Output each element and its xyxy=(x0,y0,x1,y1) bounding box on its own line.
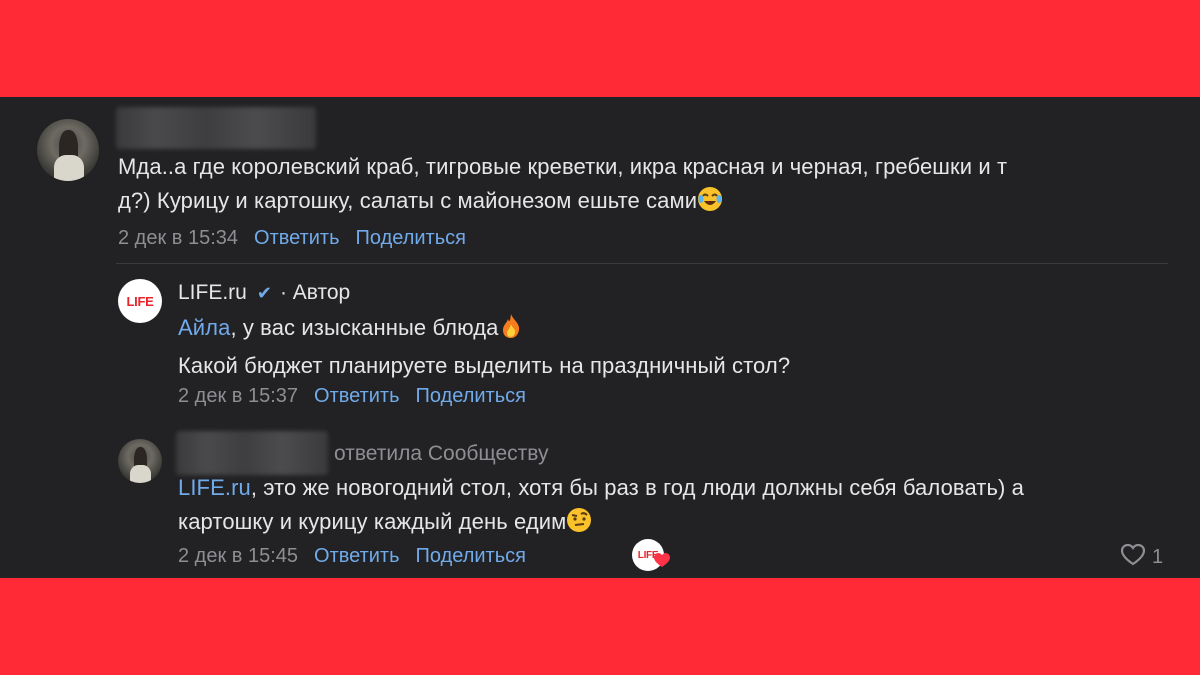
comment-meta: 2 дек в 15:34 Ответить Поделиться xyxy=(118,225,466,251)
mention-link[interactable]: Айла xyxy=(178,315,230,340)
life-avatar[interactable]: LIFE xyxy=(118,279,162,323)
like-button[interactable]: 1 xyxy=(1120,543,1163,572)
comment-text: Мда..а где королевский краб, тигровые кр… xyxy=(118,150,1178,222)
share-button[interactable]: Поделиться xyxy=(416,543,526,569)
author-role: · Автор xyxy=(279,281,351,304)
comment-date: 2 дек в 15:34 xyxy=(118,227,239,249)
fire-emoji-icon xyxy=(499,313,523,349)
verified-check-icon: ✔ xyxy=(256,282,272,303)
comment-date: 2 дек в 15:45 xyxy=(178,545,299,567)
user-avatar[interactable] xyxy=(37,119,99,181)
comments-panel: Мда..а где королевский краб, тигровые кр… xyxy=(0,97,1200,578)
comment-meta: 2 дек в 15:45 Ответить Поделиться xyxy=(178,543,526,569)
laughing-crying-emoji-icon xyxy=(697,186,723,222)
share-button[interactable]: Поделиться xyxy=(356,225,466,251)
mention-link[interactable]: LIFE.ru xyxy=(178,475,251,500)
comment-text: LIFE.ru, это же новогодний стол, хотя бы… xyxy=(178,471,1168,543)
blurred-username[interactable] xyxy=(176,431,328,475)
comment-text: Айла, у вас изысканные блюда Какой бюдже… xyxy=(178,313,791,378)
like-count: 1 xyxy=(1152,546,1164,568)
comment-date: 2 дек в 15:37 xyxy=(178,385,299,407)
share-button[interactable]: Поделиться xyxy=(416,383,526,409)
reply-button[interactable]: Ответить xyxy=(314,383,400,409)
author-line: LIFE.ru ✔ · Автор xyxy=(178,281,350,305)
heart-outline-icon xyxy=(1120,543,1146,572)
user-avatar[interactable] xyxy=(118,439,162,483)
divider xyxy=(116,263,1168,264)
heart-icon xyxy=(654,553,670,573)
blurred-username[interactable] xyxy=(116,107,316,149)
comment-meta: 2 дек в 15:37 Ответить Поделиться xyxy=(178,383,526,409)
reply-button[interactable]: Ответить xyxy=(254,225,340,251)
author-liked-badge: LIFE xyxy=(632,539,670,573)
raised-eyebrow-emoji-icon xyxy=(566,507,592,543)
reply-to-label: ответила Сообществу xyxy=(334,442,549,465)
reply-button[interactable]: Ответить xyxy=(314,543,400,569)
author-name[interactable]: LIFE.ru xyxy=(178,281,247,305)
